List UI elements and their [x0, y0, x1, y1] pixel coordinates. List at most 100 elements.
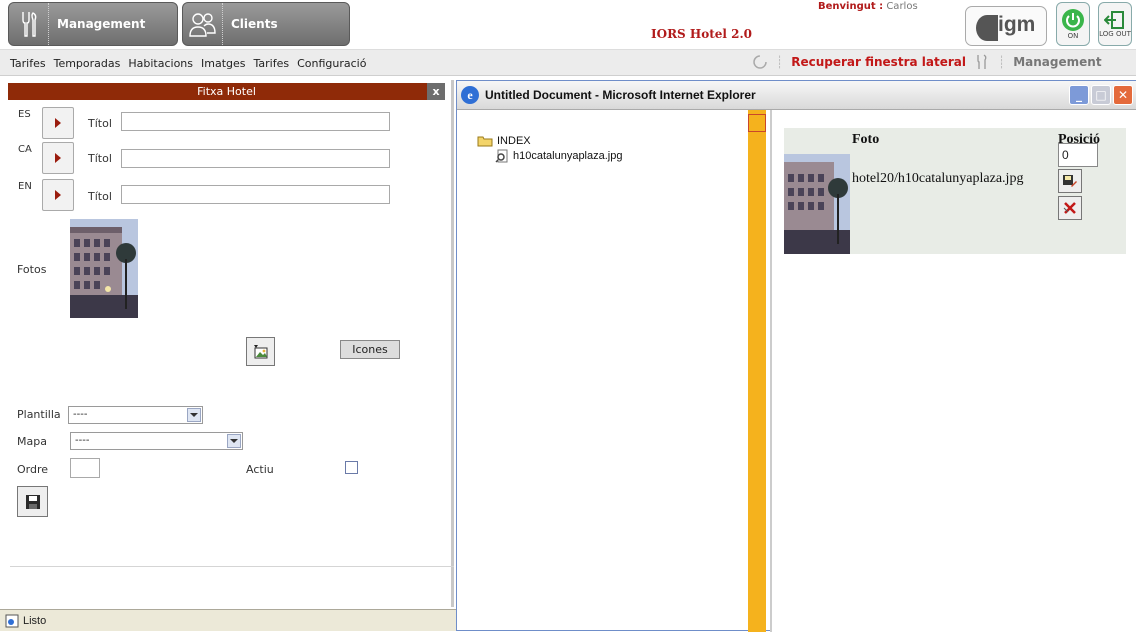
refresh-icon[interactable] — [752, 54, 768, 70]
panel-title: Fitxa Hotel — [197, 85, 256, 98]
floppy-disk-icon — [25, 494, 40, 509]
logo-text: igm — [998, 13, 1036, 36]
lang-ca-expand-button[interactable] — [42, 142, 74, 174]
menu-bar: Tarifes Temporadas Habitacions Imatges T… — [0, 49, 1136, 76]
lang-es-expand-button[interactable] — [42, 107, 74, 139]
separator-2: ┊ — [997, 55, 1006, 69]
clients-button[interactable]: Clients — [182, 2, 350, 46]
management-label: Management — [57, 17, 146, 31]
power-on-button[interactable]: ON — [1056, 2, 1090, 46]
clients-icon — [183, 3, 223, 45]
title-es-input[interactable] — [121, 112, 390, 131]
gallery-frame: Foto Posició hotel20/h10catalunyaplaza.j — [770, 110, 1136, 632]
recover-sidebar-link[interactable]: Recuperar finestra lateral — [791, 55, 966, 69]
close-button[interactable]: ✕ — [1113, 85, 1133, 105]
chevron-down-icon — [227, 434, 241, 448]
management-link[interactable]: Management — [1013, 55, 1101, 69]
template-label: Plantilla — [17, 408, 61, 421]
edit-icon — [1063, 175, 1077, 187]
template-select[interactable]: ---- — [68, 406, 203, 424]
ie-icon: e — [461, 86, 479, 104]
panel-header: Fitxa Hotel x — [8, 83, 445, 100]
logout-icon — [1104, 11, 1124, 29]
delete-icon — [1063, 202, 1076, 214]
chevron-down-icon — [187, 408, 201, 422]
hotel-photo-thumbnail — [70, 219, 138, 318]
splitter-handle[interactable] — [748, 114, 766, 132]
status-bar: Listo — [0, 609, 456, 631]
play-icon — [55, 153, 61, 163]
ie-titlebar: e Untitled Document - Microsoft Internet… — [457, 81, 1136, 110]
tree-folder-row[interactable]: INDEX — [477, 133, 622, 148]
tree-file-row[interactable]: h10catalunyaplaza.jpg — [477, 148, 622, 163]
map-select-value: ---- — [75, 435, 90, 446]
ie-window: e Untitled Document - Microsoft Internet… — [456, 80, 1136, 632]
menu-item-imatges[interactable]: Imatges — [201, 57, 246, 70]
title-es-label: Títol — [88, 117, 112, 130]
folder-open-icon — [477, 136, 493, 146]
frame-splitter[interactable] — [748, 110, 766, 632]
igm-logo: igm — [965, 6, 1047, 46]
tools-icon — [9, 3, 49, 45]
gallery-table: Foto Posició hotel20/h10catalunyaplaza.j — [784, 128, 1126, 254]
logo-swoosh-icon — [976, 15, 998, 41]
play-icon — [55, 118, 61, 128]
logout-label: LOG OUT — [1099, 30, 1131, 38]
title-en-label: Títol — [88, 190, 112, 203]
main-menu: Tarifes Temporadas Habitacions Imatges T… — [10, 57, 366, 70]
save-button[interactable] — [17, 486, 48, 517]
title-ca-input[interactable] — [121, 149, 390, 168]
app-title: IORS Hotel 2.0 — [651, 27, 753, 41]
status-text: Listo — [23, 614, 47, 627]
edit-image-button[interactable] — [1058, 169, 1082, 193]
file-tree: INDEX h10catalunyaplaza.jpg — [477, 133, 622, 163]
ie-page-icon — [5, 614, 19, 627]
gallery-file-path: hotel20/h10catalunyaplaza.jpg — [852, 171, 1024, 186]
menu-item-tarifes-2[interactable]: Tarifes — [254, 57, 290, 70]
upload-image-button[interactable] — [246, 337, 275, 366]
menu-item-tarifes[interactable]: Tarifes — [10, 57, 46, 70]
tools-small-icon — [977, 54, 987, 69]
lang-en-label: EN — [18, 181, 32, 192]
position-input[interactable]: 0 — [1058, 143, 1098, 167]
maximize-button[interactable]: □ — [1091, 85, 1111, 105]
panel-close-button[interactable]: x — [427, 83, 445, 100]
logout-button[interactable]: LOG OUT — [1098, 2, 1132, 46]
active-label: Actiu — [246, 463, 274, 476]
title-en-input[interactable] — [121, 185, 390, 204]
welcome-prefix: Benvingut : — [818, 1, 884, 12]
menu-item-habitacions[interactable]: Habitacions — [128, 57, 193, 70]
map-label: Mapa — [17, 435, 47, 448]
clients-label: Clients — [231, 17, 278, 31]
lang-es-label: ES — [18, 109, 31, 120]
lang-en-expand-button[interactable] — [42, 179, 74, 211]
map-select[interactable]: ---- — [70, 432, 243, 450]
welcome-text: Benvingut : Carlos — [818, 1, 918, 12]
top-header: Management Clients IORS Hotel 2.0 Benvin… — [0, 0, 1136, 49]
title-ca-label: Títol — [88, 152, 112, 165]
welcome-user: Carlos — [886, 1, 918, 12]
delete-image-button[interactable] — [1058, 196, 1082, 220]
active-checkbox[interactable] — [345, 461, 358, 474]
lang-ca-label: CA — [18, 144, 32, 155]
recover-panel-group: ┊ Recuperar finestra lateral ┊ Managemen… — [752, 54, 1102, 70]
hotel-form-panel: Fitxa Hotel x ES Títol CA Títol EN Títol… — [0, 80, 454, 607]
window-controls: _ □ ✕ — [1069, 85, 1133, 105]
image-icon — [253, 344, 267, 358]
file-search-icon — [495, 149, 508, 163]
tree-folder-label: INDEX — [497, 134, 531, 147]
on-label: ON — [1067, 32, 1079, 40]
menu-item-temporadas[interactable]: Temporadas — [54, 57, 121, 70]
power-icon — [1062, 9, 1084, 31]
icons-button[interactable]: Icones — [340, 340, 400, 359]
menu-item-configuracio[interactable]: Configuració — [297, 57, 366, 70]
order-input[interactable] — [70, 458, 100, 478]
management-button[interactable]: Management — [8, 2, 178, 46]
order-label: Ordre — [17, 463, 49, 476]
gallery-photo — [784, 154, 850, 254]
ie-window-title: Untitled Document - Microsoft Internet E… — [485, 88, 756, 102]
play-icon — [55, 190, 61, 200]
photos-label: Fotos — [17, 263, 47, 276]
minimize-button[interactable]: _ — [1069, 85, 1089, 105]
col-header-photo: Foto — [852, 132, 880, 147]
